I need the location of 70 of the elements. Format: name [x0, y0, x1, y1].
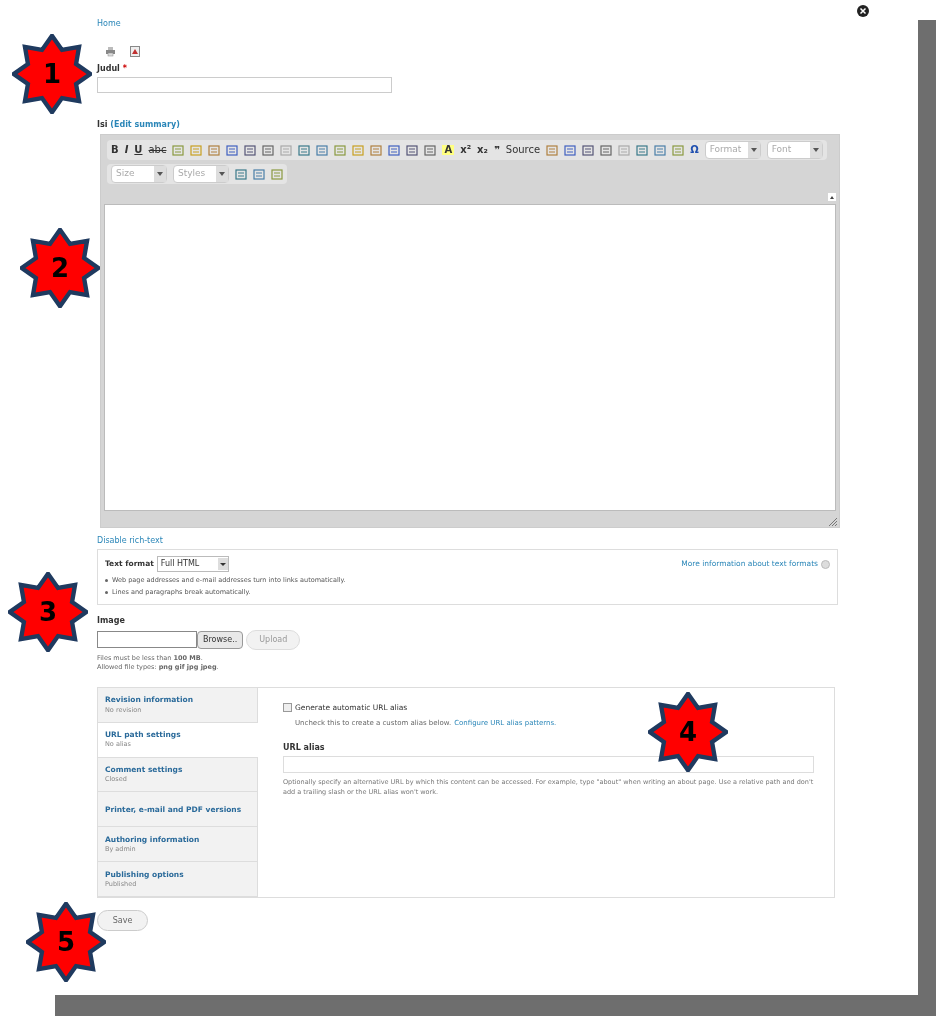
breadcrumb-link[interactable]: Home — [97, 18, 842, 30]
toolbar-button[interactable]: x² — [460, 145, 472, 155]
toolbar-icon[interactable] — [654, 144, 667, 156]
pdf-icon[interactable] — [130, 46, 140, 57]
callout-badge: 5 — [26, 902, 106, 982]
bullet-icon — [105, 591, 108, 595]
required-mark: * — [122, 64, 127, 73]
toolbar-icon[interactable] — [424, 144, 437, 156]
toolbar-icon[interactable] — [370, 144, 383, 156]
dropdown-label: Styles — [178, 167, 206, 181]
checkbox[interactable] — [283, 703, 292, 713]
toolbar-icon[interactable] — [546, 144, 559, 156]
toolbar-icon[interactable] — [244, 144, 257, 156]
resize-handle-icon[interactable] — [829, 518, 837, 526]
toolbar-icon[interactable] — [190, 144, 203, 156]
toolbar-icon[interactable] — [636, 144, 649, 156]
toolbar-icon[interactable] — [262, 144, 275, 156]
toolbar-button[interactable]: A — [442, 145, 455, 155]
help-icon[interactable] — [821, 559, 830, 569]
toolbar-icon[interactable] — [334, 144, 347, 156]
dropdown-label: Font — [771, 143, 792, 157]
callout-badge: 4 — [648, 692, 728, 772]
save-button[interactable]: Save — [97, 910, 148, 931]
toolbar-icon[interactable] — [208, 144, 221, 156]
toolbar-icon[interactable] — [271, 168, 283, 180]
disable-rich-text-link[interactable]: Disable rich-text — [97, 535, 842, 547]
field-label: Image — [97, 614, 126, 627]
text-format-select[interactable]: Full HTML — [156, 556, 229, 572]
caret-icon — [217, 558, 228, 570]
toolbar-icon[interactable] — [235, 168, 247, 180]
edit-summary-link[interactable]: (Edit summary) — [110, 120, 180, 129]
toolbar-icon[interactable] — [253, 168, 265, 180]
field-label: URL alias — [283, 741, 325, 754]
toolbar-icon[interactable] — [388, 144, 401, 156]
browse-button[interactable]: Browse.. — [197, 630, 244, 649]
close-icon[interactable] — [857, 5, 869, 17]
toolbar-icon[interactable] — [352, 144, 365, 156]
callout-badge: 2 — [20, 228, 100, 308]
toolbar-icon[interactable] — [600, 144, 613, 156]
toolbar-icon[interactable] — [280, 144, 293, 156]
source-button[interactable]: Source — [505, 145, 541, 155]
collapse-icon[interactable] — [828, 193, 836, 201]
toolbar-button[interactable]: Ω — [690, 145, 699, 155]
field-label: Judul — [97, 64, 120, 73]
url-alias-input[interactable] — [283, 755, 814, 773]
toolbar-button[interactable]: U — [134, 145, 143, 155]
toolbar-icon[interactable] — [406, 144, 419, 156]
toolbar-icon[interactable] — [316, 144, 329, 156]
toolbar-icon[interactable] — [298, 144, 311, 156]
callout-badge: 3 — [8, 572, 88, 652]
dropdown-label: Size — [116, 167, 135, 181]
field-label: Isi — [97, 120, 108, 129]
toolbar-icon[interactable] — [618, 144, 631, 156]
toolbar-icon[interactable] — [582, 144, 595, 156]
toolbar-button[interactable]: B — [111, 145, 119, 155]
file-input[interactable] — [97, 631, 197, 648]
toolbar-button[interactable]: abc — [148, 145, 167, 155]
printer-icon[interactable] — [105, 46, 116, 57]
callout-badge: 1 — [12, 34, 92, 114]
toolbar-icon[interactable] — [564, 144, 577, 156]
toolbar-icon[interactable] — [672, 144, 685, 156]
bullet-icon — [105, 579, 108, 583]
toolbar-button[interactable]: ❞ — [493, 145, 500, 155]
select-value: Full HTML — [160, 558, 200, 570]
dropdown-label: Format — [709, 143, 742, 157]
toolbar-icon[interactable] — [172, 144, 185, 156]
title-input[interactable] — [97, 77, 392, 93]
toolbar-button[interactable]: I — [124, 145, 129, 155]
toolbar-icon[interactable] — [226, 144, 239, 156]
toolbar-button[interactable]: x₂ — [477, 145, 488, 155]
